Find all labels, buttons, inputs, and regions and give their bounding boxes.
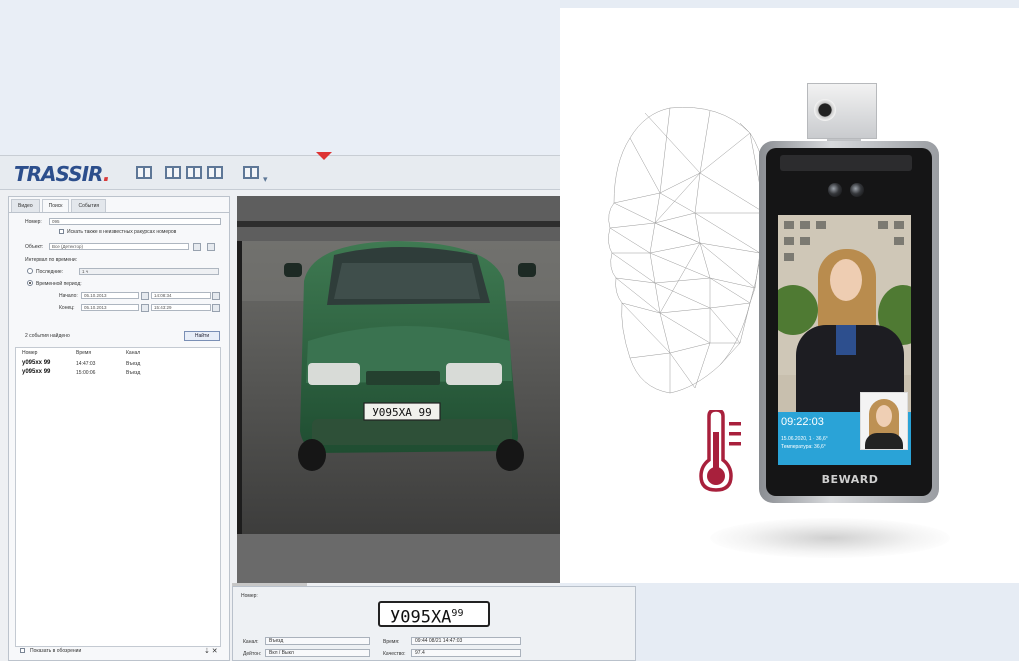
- layout-4-icon[interactable]: [207, 166, 223, 179]
- camera-lens-left-icon: [828, 183, 842, 197]
- end-label: Конец:: [59, 305, 75, 311]
- layout-1-icon[interactable]: [136, 166, 152, 179]
- tab-search[interactable]: Поиск: [41, 199, 70, 212]
- time-interval-label: Интервал по времени:: [25, 257, 78, 263]
- channel-field: Въезд: [265, 637, 370, 645]
- tab-events[interactable]: События: [71, 199, 107, 212]
- layout-3-icon[interactable]: [186, 166, 202, 179]
- device-top-bar: [780, 155, 912, 171]
- car-image: У095ХА 99: [242, 241, 560, 534]
- plate-input[interactable]: 095: [49, 218, 221, 225]
- radio-range[interactable]: [27, 280, 33, 286]
- end-time-spin-icon[interactable]: [212, 304, 220, 312]
- start-label: Начало:: [59, 293, 78, 299]
- status-tools-icon[interactable]: ⇣ ✕: [204, 647, 218, 655]
- search-tabs: Видео Поиск События: [9, 197, 229, 213]
- plate-main-text: У095ХА: [390, 607, 452, 628]
- unknown-angles-label: Искать также в неизвестных ракурсах номе…: [67, 229, 177, 235]
- layout-2-icon[interactable]: [165, 166, 181, 179]
- status-bar: Показать в обозрении ⇣ ✕: [8, 646, 230, 660]
- trassir-toolbar: TRASSIR. ▾: [0, 152, 560, 190]
- start-date-input[interactable]: 05.10.2013: [81, 292, 139, 299]
- start-time-input[interactable]: 14:08:34: [151, 292, 211, 299]
- results-header-channel: Канал: [126, 350, 141, 356]
- results-header-time: Время: [76, 350, 92, 356]
- quality-field-label: Качество:: [383, 651, 406, 657]
- result-channel: Въезд: [126, 370, 141, 376]
- radio-range-label: Временной период:: [36, 281, 82, 287]
- person-face: [830, 259, 862, 301]
- last-period-select[interactable]: 1 ч: [79, 268, 219, 275]
- plate-region-text: 99: [451, 608, 464, 619]
- person-shirt: [836, 325, 856, 355]
- plate-panel-label: Номер:: [241, 593, 258, 599]
- face-wireframe-icon: [608, 107, 767, 394]
- radio-last-label: Последние:: [36, 269, 64, 275]
- object-label: Объект:: [25, 244, 44, 250]
- thermal-camera-icon: [807, 83, 877, 139]
- device-shadow: [710, 518, 950, 558]
- show-in-overview-label: Показать в обозрении: [30, 648, 82, 654]
- object-list-icon[interactable]: [207, 243, 215, 251]
- result-plate: у095хх 99: [22, 369, 51, 375]
- result-time: 15:00:06: [76, 370, 96, 376]
- camera-lens-right-icon: [850, 183, 864, 197]
- direction-field-label: Дейтон:: [243, 651, 262, 657]
- face-thumbnail: [860, 392, 908, 450]
- start-time-spin-icon[interactable]: [212, 292, 220, 300]
- thermometer-icon: [699, 410, 741, 492]
- video-top-strip: [237, 221, 560, 227]
- events-found-label: 2 события найдено: [25, 333, 70, 339]
- result-channel: Въезд: [126, 361, 141, 367]
- time-field: 09:44 08/21 14:47:03: [411, 637, 521, 645]
- object-settings-icon[interactable]: [193, 243, 201, 251]
- find-button[interactable]: Найти: [184, 331, 220, 341]
- start-calendar-icon[interactable]: [141, 292, 149, 300]
- background-panel: [0, 0, 560, 160]
- radio-last[interactable]: [27, 268, 33, 274]
- layout-5-icon[interactable]: [243, 166, 259, 179]
- time-field-label: Время:: [383, 639, 400, 645]
- end-calendar-icon[interactable]: [141, 304, 149, 312]
- screen-time: 09:22:03: [781, 416, 824, 428]
- layout-dropdown-icon[interactable]: ▾: [263, 174, 268, 185]
- camera-frame: У095ХА 99: [242, 241, 560, 534]
- recognized-plate: У095ХА99: [378, 601, 490, 628]
- channel-field-label: Канал:: [243, 639, 259, 645]
- end-date-input[interactable]: 05.10.2013: [81, 304, 139, 311]
- video-bottom-area: [237, 534, 560, 583]
- object-select[interactable]: Все (Детектор): [49, 243, 189, 250]
- screen-info-bar: 09:22:03 15.06.2020, 1 · 36,6° Температу…: [778, 392, 911, 465]
- end-time-input[interactable]: 15:43:29: [151, 304, 211, 311]
- device-brand: BEWARD: [821, 473, 879, 486]
- direction-field: Вкл / Выкл: [265, 649, 370, 657]
- face-thermometer-panel: 09:22:03 15.06.2020, 1 · 36,6° Температу…: [560, 8, 1019, 583]
- result-time: 14:47:03: [76, 361, 96, 367]
- video-view[interactable]: У095ХА 99: [237, 196, 560, 583]
- video-plate-text: У095ХА 99: [372, 406, 432, 419]
- search-panel: Видео Поиск События Номер: 095 Искать та…: [8, 196, 230, 661]
- red-marker-icon: [316, 152, 332, 160]
- quality-field: 97.4: [411, 649, 521, 657]
- plate-info-panel: Номер: У095ХА99 Канал: Въезд Время: 09:4…: [232, 586, 636, 661]
- trassir-logo: TRASSIR.: [14, 162, 110, 186]
- unknown-angles-checkbox[interactable]: [59, 229, 64, 234]
- show-in-overview-checkbox[interactable]: [20, 648, 25, 653]
- tab-video[interactable]: Видео: [11, 199, 40, 212]
- plate-label: Номер:: [25, 219, 42, 225]
- results-list: Номер Время Канал у095хх 99 14:47:03 Въе…: [15, 347, 221, 647]
- results-header-plate: Номер: [22, 350, 38, 356]
- device-screen: 09:22:03 15.06.2020, 1 · 36,6° Температу…: [778, 215, 911, 465]
- screen-date-temp: 15.06.2020, 1 · 36,6°: [781, 436, 828, 442]
- trassir-window: TRASSIR. ▾ Видео Поиск События Номер: 09…: [0, 152, 636, 661]
- screen-temperature: Температура: 36,6°: [781, 444, 826, 450]
- result-plate: у095хх 99: [22, 360, 51, 366]
